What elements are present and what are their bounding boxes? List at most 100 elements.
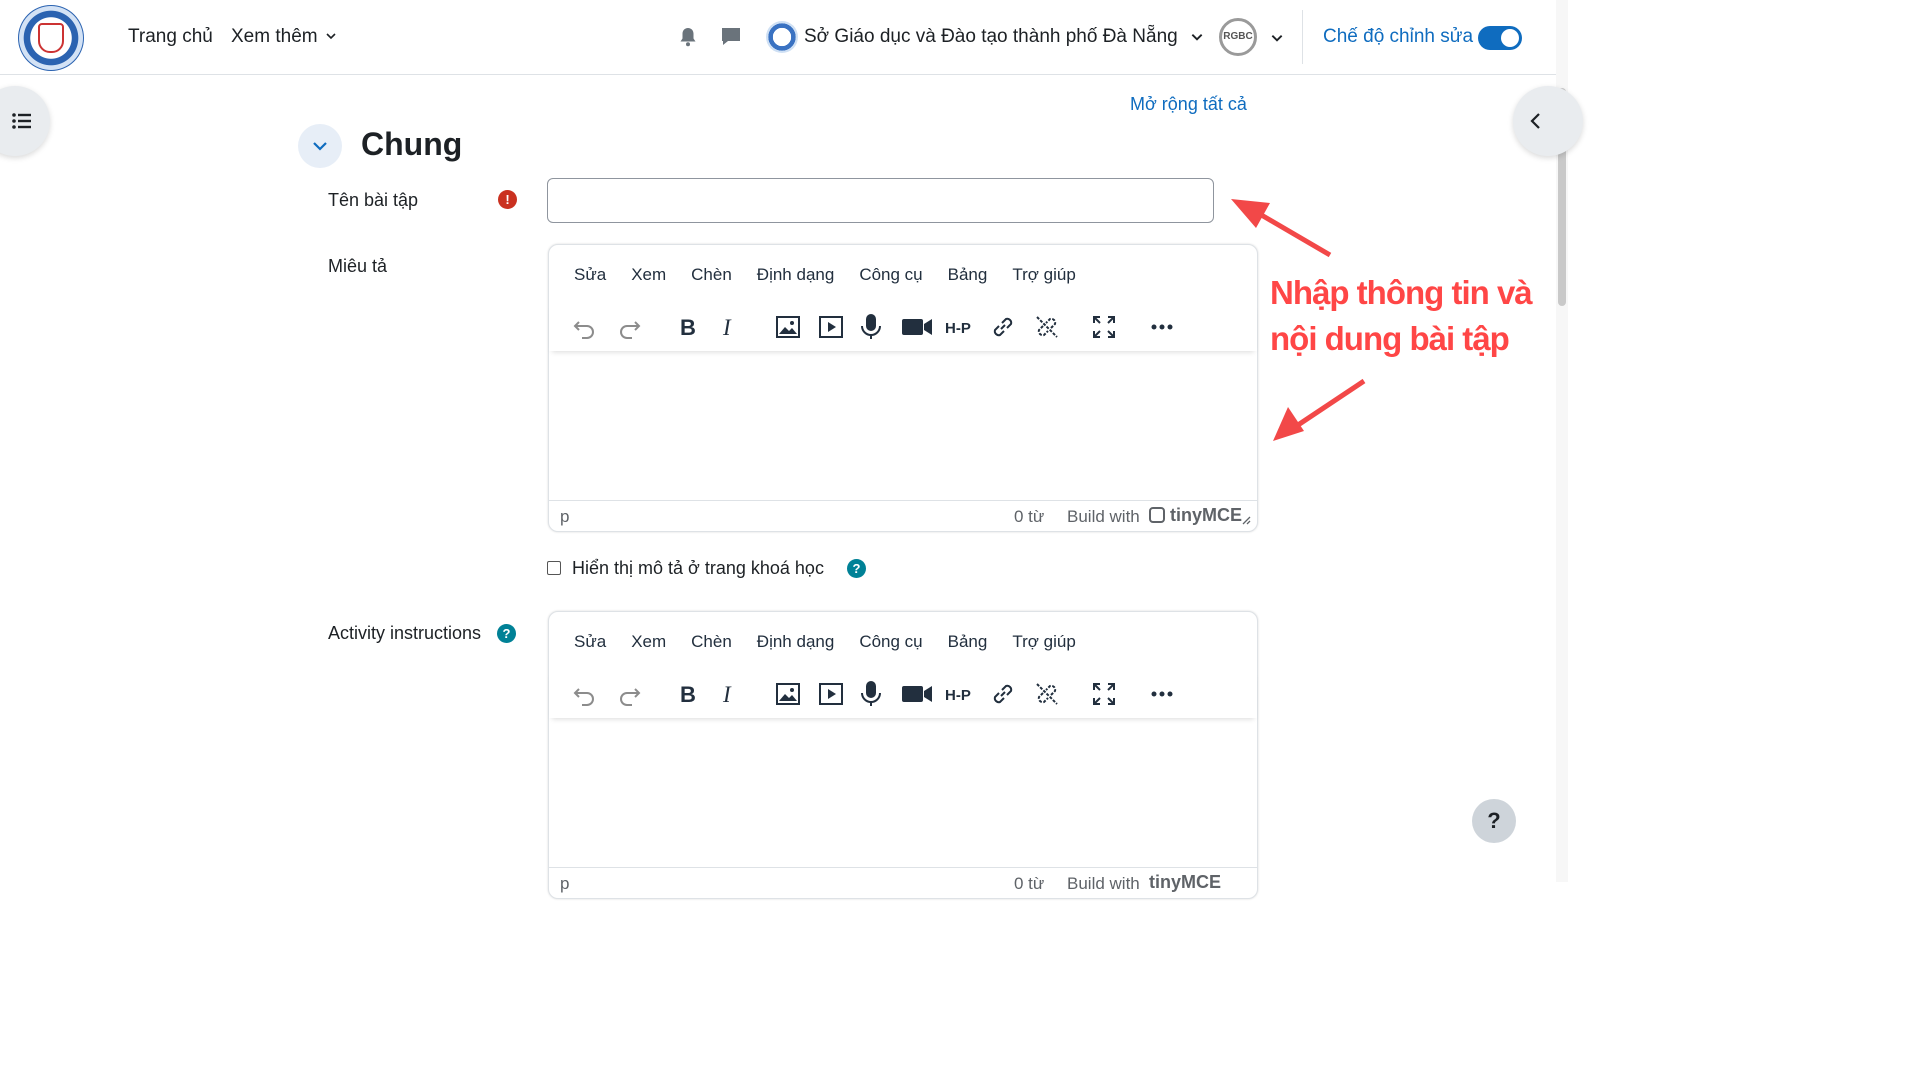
chat-icon[interactable]: [719, 25, 743, 49]
top-navbar: Trang chủ Xem thêm Sở Giáo dục và Đào tạ…: [0, 0, 1556, 75]
edit-mode-toggle[interactable]: [1478, 26, 1522, 50]
menu-view[interactable]: Xem: [631, 265, 666, 287]
word-count[interactable]: 0 từ: [1014, 507, 1044, 527]
tinymce-logo[interactable]: tinyMCE: [1149, 872, 1221, 893]
editor-statusbar: p 0 từ Build with tinyMCE: [549, 503, 1257, 531]
fullscreen-icon[interactable]: [1090, 680, 1118, 708]
media-icon[interactable]: [817, 313, 845, 341]
svg-text:I: I: [722, 315, 732, 340]
menu-view[interactable]: Xem: [631, 632, 666, 654]
course-index-drawer-button[interactable]: [0, 86, 50, 156]
chevron-down-icon: [326, 33, 336, 40]
video-camera-icon[interactable]: [901, 313, 933, 341]
editor-toolbar: B I H-P: [549, 303, 1257, 351]
menu-insert[interactable]: Chèn: [691, 265, 732, 287]
image-icon[interactable]: [774, 313, 802, 341]
expand-all-link[interactable]: Mở rộng tất cả: [1130, 94, 1247, 115]
menu-format[interactable]: Định dạng: [757, 632, 835, 654]
block-drawer-button[interactable]: [1513, 86, 1583, 156]
svg-text:I: I: [722, 682, 732, 707]
menu-tools[interactable]: Công cụ: [859, 632, 922, 654]
unlink-icon[interactable]: [1033, 680, 1061, 708]
italic-icon[interactable]: I: [715, 313, 743, 341]
nav-more-label: Xem thêm: [231, 26, 318, 47]
build-with-label: Build with: [1067, 874, 1140, 893]
help-icon[interactable]: ?: [847, 559, 866, 578]
bold-icon[interactable]: B: [673, 313, 701, 341]
nav-more[interactable]: Xem thêm: [231, 26, 337, 48]
resize-handle-icon[interactable]: [1241, 515, 1251, 525]
menu-tools[interactable]: Công cụ: [859, 265, 922, 287]
tinymce-brand: tinyMCE: [1170, 505, 1243, 525]
annotation-line: nội dung bài tập: [1270, 320, 1510, 357]
tinymce-brand: tinyMCE: [1149, 872, 1221, 892]
menu-insert[interactable]: Chèn: [691, 632, 732, 654]
build-with-label: Build with: [1067, 507, 1140, 526]
menu-help[interactable]: Trợ giúp: [1012, 632, 1075, 654]
editor-menubar: Sửa Xem Chèn Định dạng Công cụ Bảng Trợ …: [549, 265, 1076, 287]
svg-text:B: B: [680, 682, 696, 707]
more-icon[interactable]: [1148, 313, 1176, 341]
edit-mode-label: Chế độ chỉnh sửa: [1323, 26, 1474, 47]
chevron-down-icon[interactable]: [1270, 31, 1284, 45]
menu-table[interactable]: Bảng: [948, 632, 988, 654]
link-icon[interactable]: [989, 680, 1017, 708]
fullscreen-icon[interactable]: [1090, 313, 1118, 341]
menu-format[interactable]: Định dạng: [757, 265, 835, 287]
school-logo: [766, 21, 798, 53]
svg-text:B: B: [680, 315, 696, 340]
school-selector[interactable]: Sở Giáo dục và Đào tạo thành phố Đà Nẵng: [766, 21, 1204, 53]
assignment-name-input[interactable]: [547, 178, 1214, 223]
arrow-icon: [1273, 378, 1366, 441]
menu-edit[interactable]: Sửa: [574, 265, 606, 287]
school-name: Sở Giáo dục và Đào tạo thành phố Đà Nẵng: [804, 26, 1178, 47]
editor-toolbar: B I H-P: [549, 670, 1257, 718]
editor-content-area[interactable]: [549, 353, 1257, 501]
undo-icon[interactable]: [571, 680, 599, 708]
word-count[interactable]: 0 từ: [1014, 874, 1044, 894]
unlink-icon[interactable]: [1033, 313, 1061, 341]
video-camera-icon[interactable]: [901, 680, 933, 708]
description-label: Miêu tả: [328, 256, 388, 276]
chevron-left-icon: [1530, 113, 1540, 129]
svg-text:H-P: H-P: [945, 320, 971, 337]
h5p-icon[interactable]: H-P: [945, 680, 975, 708]
section-collapse-button[interactable]: [298, 124, 342, 168]
image-icon[interactable]: [774, 680, 802, 708]
show-description-checkbox[interactable]: [547, 561, 561, 575]
italic-icon[interactable]: I: [715, 680, 743, 708]
nav-home[interactable]: Trang chủ: [128, 26, 213, 48]
bell-icon[interactable]: [676, 25, 700, 49]
help-icon[interactable]: ?: [497, 624, 516, 643]
link-icon[interactable]: [989, 313, 1017, 341]
menu-table[interactable]: Bảng: [948, 265, 988, 287]
list-icon: [12, 113, 31, 129]
h5p-icon[interactable]: H-P: [945, 313, 975, 341]
svg-text:H-P: H-P: [945, 687, 971, 704]
floating-help-button[interactable]: ?: [1472, 799, 1516, 843]
bold-icon[interactable]: B: [673, 680, 701, 708]
redo-icon[interactable]: [615, 313, 643, 341]
site-logo[interactable]: [18, 5, 84, 71]
chevron-down-icon: [313, 142, 327, 151]
editor-menubar: Sửa Xem Chèn Định dạng Công cụ Bảng Trợ …: [549, 632, 1076, 654]
menu-help[interactable]: Trợ giúp: [1012, 265, 1075, 287]
editor-path[interactable]: p: [560, 874, 569, 894]
editor-content-area[interactable]: [549, 720, 1257, 868]
show-description-label[interactable]: Hiển thị mô tả ở trang khoá học: [572, 558, 824, 579]
media-icon[interactable]: [817, 680, 845, 708]
section-title: Chung: [361, 126, 463, 162]
more-icon[interactable]: [1148, 680, 1176, 708]
microphone-icon[interactable]: [857, 313, 885, 341]
redo-icon[interactable]: [615, 680, 643, 708]
user-avatar[interactable]: RGBC: [1219, 18, 1257, 56]
instructions-editor: Sửa Xem Chèn Định dạng Công cụ Bảng Trợ …: [548, 611, 1258, 899]
undo-icon[interactable]: [571, 313, 599, 341]
microphone-icon[interactable]: [857, 680, 885, 708]
divider: [1302, 10, 1303, 64]
editor-path[interactable]: p: [560, 507, 569, 527]
required-icon: !: [498, 190, 517, 209]
tinymce-logo[interactable]: tinyMCE: [1149, 505, 1242, 526]
instructions-label: Activity instructions: [328, 623, 482, 643]
menu-edit[interactable]: Sửa: [574, 632, 606, 654]
